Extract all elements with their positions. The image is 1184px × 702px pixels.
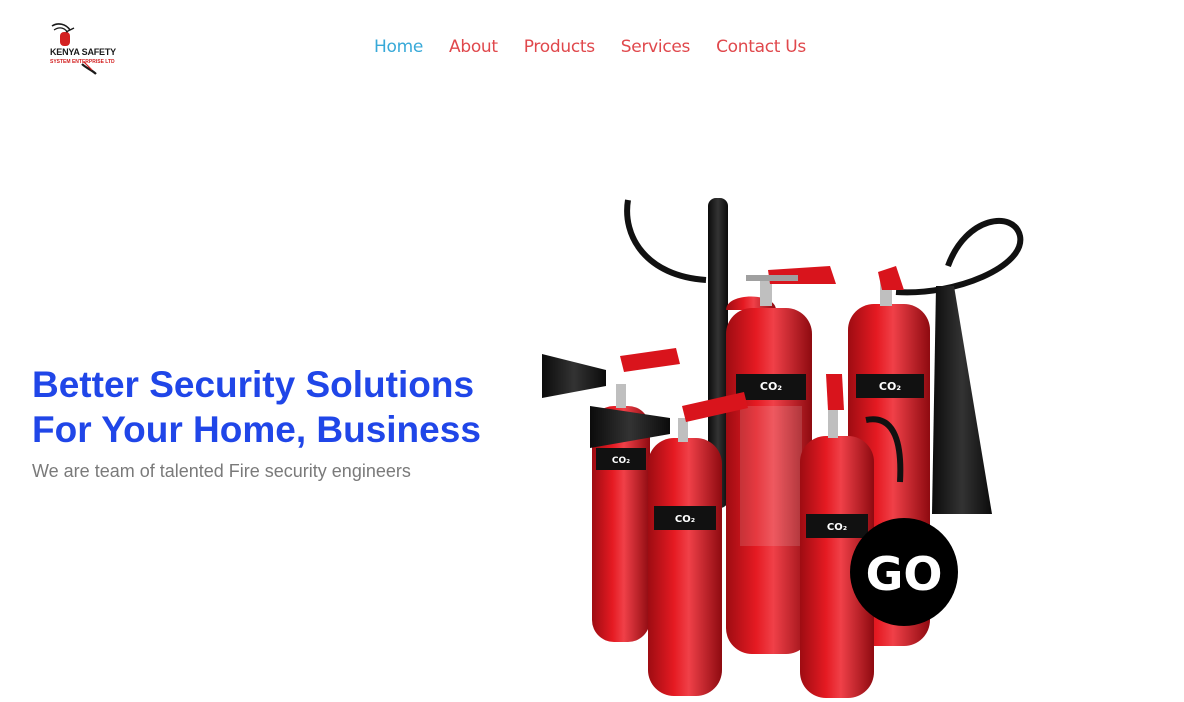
svg-text:CO₂: CO₂ — [612, 456, 630, 466]
page: KENYA SAFETY SYSTEM ENTERPRISE LTD Home … — [0, 0, 1184, 702]
hero-title-line2: For Your Home, Business — [32, 409, 481, 450]
nav-about[interactable]: About — [449, 37, 498, 57]
go-badge: GO — [850, 518, 958, 626]
svg-text:CO₂: CO₂ — [879, 380, 901, 393]
site-logo[interactable]: KENYA SAFETY SYSTEM ENTERPRISE LTD — [46, 20, 132, 76]
go-badge-label: GO — [866, 547, 943, 601]
svg-text:CO₂: CO₂ — [760, 380, 782, 393]
nav-products[interactable]: Products — [524, 37, 595, 57]
svg-text:CO₂: CO₂ — [827, 522, 847, 533]
svg-text:CO₂: CO₂ — [675, 514, 695, 525]
logo-subtitle: SYSTEM ENTERPRISE LTD — [50, 59, 115, 65]
nav-services[interactable]: Services — [621, 37, 691, 57]
main-nav: Home About Products Services Contact Us — [374, 37, 806, 57]
hero-subtitle: We are team of talented Fire security en… — [32, 461, 411, 481]
hero-title: Better Security Solutions For Your Home,… — [32, 362, 532, 452]
nav-home[interactable]: Home — [374, 37, 423, 57]
hero-title-line1: Better Security Solutions — [32, 364, 475, 405]
nav-contact-us[interactable]: Contact Us — [716, 37, 806, 57]
logo-title: KENYA SAFETY — [50, 47, 116, 57]
fire-extinguishers-image: CO₂ CO₂ CO₂ CO₂ CO₂ GO — [536, 196, 1028, 702]
